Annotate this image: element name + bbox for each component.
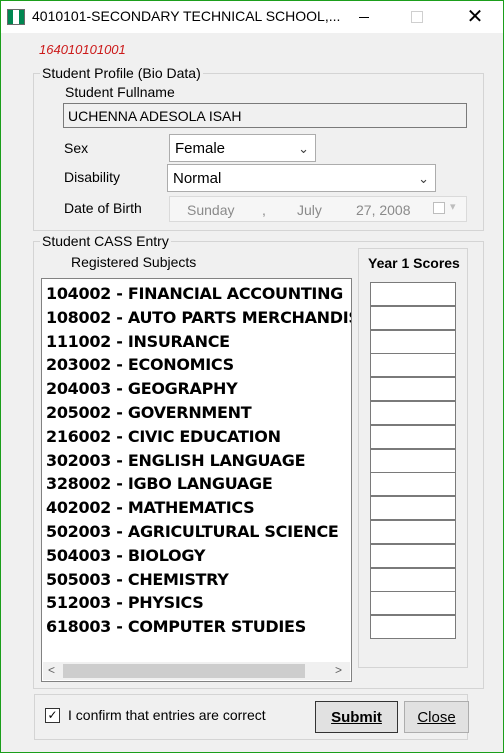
disability-dropdown[interactable]: Normal ⌄ bbox=[167, 164, 436, 192]
list-item[interactable]: 505003 - CHEMISTRY bbox=[46, 570, 229, 589]
horizontal-scrollbar[interactable]: < > bbox=[43, 662, 350, 680]
score-input[interactable] bbox=[370, 520, 456, 544]
list-item[interactable]: 205002 - GOVERNMENT bbox=[46, 403, 252, 422]
list-item[interactable]: 108002 - AUTO PARTS MERCHANDISING bbox=[46, 308, 351, 327]
score-input[interactable] bbox=[370, 567, 456, 592]
dob-weekday: Sunday bbox=[187, 202, 235, 218]
list-item[interactable]: 203002 - ECONOMICS bbox=[46, 355, 234, 374]
scroll-left-icon[interactable]: < bbox=[48, 663, 55, 677]
score-input[interactable] bbox=[370, 377, 456, 402]
registered-subjects-list[interactable]: 104002 - FINANCIAL ACCOUNTING 108002 - AU… bbox=[41, 278, 352, 682]
student-profile-legend: Student Profile (Bio Data) bbox=[40, 65, 203, 81]
chevron-down-icon: ▾ bbox=[450, 201, 456, 213]
list-item[interactable]: 512003 - PHYSICS bbox=[46, 593, 204, 612]
score-input[interactable] bbox=[370, 329, 456, 354]
chevron-down-icon: ⌄ bbox=[418, 171, 429, 186]
list-item[interactable]: 216002 - CIVIC EDUCATION bbox=[46, 427, 281, 446]
score-input[interactable] bbox=[370, 424, 456, 449]
list-item[interactable]: 302003 - ENGLISH LANGUAGE bbox=[46, 451, 306, 470]
score-input[interactable] bbox=[370, 448, 456, 473]
fullname-label: Student Fullname bbox=[65, 84, 175, 100]
score-input[interactable] bbox=[370, 615, 456, 640]
maximize-button[interactable] bbox=[394, 1, 440, 33]
title-bar[interactable]: 4010101-SECONDARY TECHNICAL SCHOOL,... ✕ bbox=[1, 1, 503, 33]
list-item[interactable]: 204003 - GEOGRAPHY bbox=[46, 379, 238, 398]
calendar-icon[interactable] bbox=[433, 202, 445, 214]
scores-header: Year 1 Scores bbox=[368, 255, 460, 271]
app-window: 4010101-SECONDARY TECHNICAL SCHOOL,... ✕… bbox=[0, 0, 504, 753]
scroll-right-icon[interactable]: > bbox=[335, 663, 342, 677]
sex-label: Sex bbox=[64, 140, 89, 156]
close-icon: ✕ bbox=[466, 6, 484, 28]
chevron-down-icon: ⌄ bbox=[298, 141, 309, 156]
score-input[interactable] bbox=[370, 496, 456, 521]
dob-label: Date of Birth bbox=[64, 200, 142, 216]
list-item[interactable]: 328002 - IGBO LANGUAGE bbox=[46, 474, 273, 493]
dob-day-year: 27, 2008 bbox=[356, 202, 411, 218]
score-input[interactable] bbox=[370, 543, 456, 568]
confirm-checkbox[interactable]: ✓ bbox=[45, 708, 60, 723]
list-item[interactable]: 504003 - BIOLOGY bbox=[46, 546, 205, 565]
list-item[interactable]: 402002 - MATHEMATICS bbox=[46, 498, 255, 517]
disability-value: Normal bbox=[173, 170, 222, 187]
check-icon: ✓ bbox=[47, 708, 58, 722]
dob-month: July bbox=[297, 202, 322, 218]
disability-label: Disability bbox=[64, 169, 121, 185]
student-code: 164010101001 bbox=[39, 42, 126, 57]
sex-dropdown[interactable]: Female ⌄ bbox=[169, 134, 316, 162]
score-input[interactable] bbox=[370, 282, 456, 306]
date-of-birth-picker[interactable]: Sunday , July 27, 2008 ▾ bbox=[169, 196, 467, 222]
list-item[interactable]: 111002 - INSURANCE bbox=[46, 332, 230, 351]
score-input[interactable] bbox=[370, 472, 456, 497]
close-window-button[interactable]: ✕ bbox=[452, 1, 498, 33]
score-input[interactable] bbox=[370, 591, 456, 616]
score-input[interactable] bbox=[370, 353, 456, 378]
list-item[interactable]: 104002 - FINANCIAL ACCOUNTING bbox=[46, 284, 343, 303]
list-item[interactable]: 502003 - AGRICULTURAL SCIENCE bbox=[46, 522, 339, 541]
subjects-header: Registered Subjects bbox=[71, 254, 197, 270]
cass-entry-legend: Student CASS Entry bbox=[40, 233, 171, 249]
window-title: 4010101-SECONDARY TECHNICAL SCHOOL,... bbox=[32, 8, 341, 24]
nigeria-flag-icon bbox=[7, 9, 25, 25]
list-item[interactable]: 618003 - COMPUTER STUDIES bbox=[46, 617, 306, 636]
minimize-button[interactable] bbox=[341, 1, 387, 33]
scrollbar-thumb[interactable] bbox=[63, 664, 305, 678]
close-button[interactable]: Close bbox=[404, 701, 469, 733]
sex-value: Female bbox=[175, 140, 226, 157]
score-input[interactable] bbox=[370, 401, 456, 425]
score-input[interactable] bbox=[370, 305, 456, 330]
submit-button[interactable]: Submit bbox=[315, 701, 398, 733]
fullname-field[interactable]: UCHENNA ADESOLA ISAH bbox=[63, 103, 467, 128]
dob-separator: , bbox=[262, 202, 266, 218]
confirm-label: I confirm that entries are correct bbox=[68, 707, 266, 723]
